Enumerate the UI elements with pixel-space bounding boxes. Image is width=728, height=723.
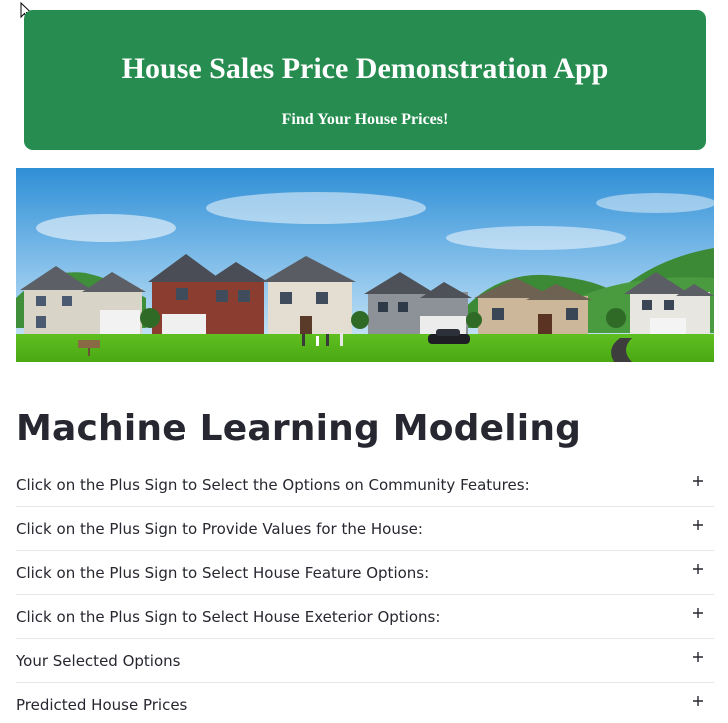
expander-label: Click on the Plus Sign to Select House E… — [16, 608, 441, 626]
expander-selected-options[interactable]: Your Selected Options — [16, 639, 714, 683]
expander-label: Click on the Plus Sign to Select the Opt… — [16, 476, 530, 494]
plus-icon[interactable] — [692, 563, 704, 575]
expander-label: Click on the Plus Sign to Provide Values… — [16, 520, 423, 538]
plus-icon[interactable] — [692, 519, 704, 531]
plus-icon[interactable] — [692, 475, 704, 487]
app-subtitle: Find Your House Prices! — [281, 111, 449, 128]
plus-icon[interactable] — [692, 607, 704, 619]
plus-icon[interactable] — [692, 695, 704, 707]
expander-house-features[interactable]: Click on the Plus Sign to Select House F… — [16, 551, 714, 595]
expander-label: Predicted House Prices — [16, 696, 188, 714]
plus-icon[interactable] — [692, 651, 704, 663]
expander-house-values[interactable]: Click on the Plus Sign to Provide Values… — [16, 507, 714, 551]
app-title: House Sales Price Demonstration App — [121, 52, 609, 85]
app-header: House Sales Price Demonstration App Find… — [24, 10, 706, 150]
expander-community-features[interactable]: Click on the Plus Sign to Select the Opt… — [16, 463, 714, 507]
section-title: Machine Learning Modeling — [16, 408, 582, 449]
expander-label: Your Selected Options — [16, 652, 181, 670]
expander-house-exterior[interactable]: Click on the Plus Sign to Select House E… — [16, 595, 714, 639]
expander-label: Click on the Plus Sign to Select House F… — [16, 564, 430, 582]
houses-banner-image — [16, 168, 714, 362]
expander-list: Click on the Plus Sign to Select the Opt… — [16, 463, 714, 723]
expander-predicted-prices[interactable]: Predicted House Prices — [16, 683, 714, 723]
